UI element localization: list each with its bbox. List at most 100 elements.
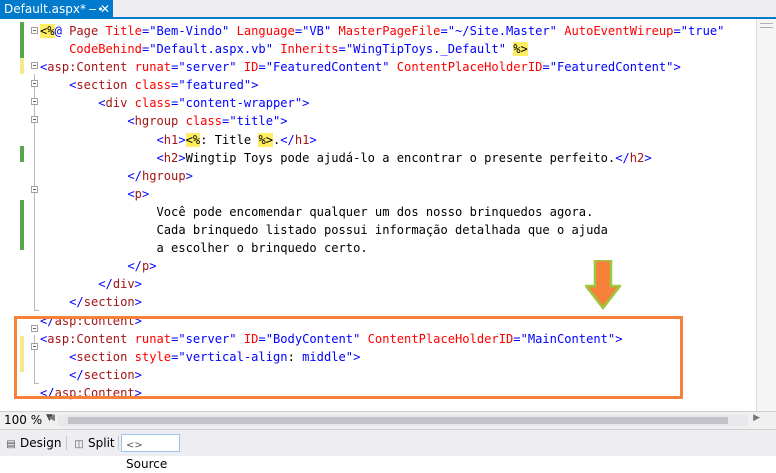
code-line[interactable]: <%@ Page Title = "Bem-Vindo" Language = "VB"… (40, 22, 724, 40)
code-token: h2 (629, 150, 645, 165)
splitter-line[interactable] (760, 23, 773, 24)
scrollbar-thumb[interactable] (68, 417, 728, 424)
code-line[interactable]: a escolher o brinquedo certo. (40, 239, 724, 257)
code-token: "Default.aspx.vb" (149, 42, 273, 57)
code-token: > (149, 259, 157, 274)
divider (66, 436, 67, 450)
split-view-button[interactable]: ◫ Split (70, 434, 119, 452)
collapse-icon[interactable] (31, 80, 38, 87)
code-token: > (185, 168, 193, 183)
code-token: <% (185, 132, 201, 147)
code-token: > (141, 186, 150, 201)
code-token: div (112, 277, 135, 292)
code-token: Você pode encomendar qualquer um dos nos… (40, 204, 594, 219)
code-token: > (644, 150, 652, 165)
code-token: Inherits (280, 42, 339, 57)
design-icon: ▤ (6, 439, 16, 450)
collapse-icon[interactable] (31, 186, 38, 193)
code-token: Cada brinquedo listado possui informação… (40, 223, 608, 238)
code-token: > (302, 96, 310, 111)
down-arrow-icon (585, 260, 621, 310)
change-marker-saved (20, 200, 24, 250)
code-line[interactable]: </section> (40, 293, 724, 311)
code-token: @ (54, 24, 62, 38)
code-token: "~/Site.Master" (447, 24, 557, 38)
code-token: h2 (163, 150, 179, 165)
code-line[interactable]: <h1><%: Title %>.</h1> (40, 131, 724, 149)
split-label: Split (88, 436, 115, 450)
code-line[interactable]: <section class="featured"> (40, 76, 724, 94)
scroll-right-icon[interactable]: ▶ (753, 413, 760, 423)
code-token: > (134, 295, 142, 310)
document-tab-strip: Default.aspx* −• ✕ (0, 0, 776, 19)
code-token: > (251, 78, 259, 93)
code-token: > (280, 114, 288, 129)
split-icon: ◫ (74, 439, 84, 450)
code-line[interactable]: CodeBehind="Default.aspx.vb" Inherits="W… (40, 40, 724, 58)
code-token: </ (615, 150, 630, 165)
code-token: class (134, 96, 172, 111)
code-token: MasterPageFile (338, 24, 441, 38)
code-token: "VB" (302, 24, 332, 38)
close-icon[interactable]: ✕ (99, 0, 111, 19)
code-token: = (673, 24, 681, 38)
code-token: asp:Content (47, 60, 128, 75)
code-token: "Bem-Vindo" (149, 24, 230, 38)
code-token: "true" (680, 24, 725, 38)
code-token: CodeBehind (69, 42, 142, 57)
code-token: </ (127, 259, 142, 274)
code-line[interactable]: Cada brinquedo listado possui informação… (40, 221, 724, 239)
code-line[interactable]: <div class="content-wrapper"> (40, 94, 724, 112)
change-marker-saved (20, 22, 24, 58)
splitter-line[interactable] (760, 27, 773, 28)
collapse-icon[interactable] (31, 62, 38, 69)
code-line[interactable]: </div> (40, 275, 724, 293)
tab-default-aspx[interactable]: Default.aspx* −• ✕ (0, 0, 113, 19)
code-line[interactable]: <asp:Content runat="server" ID="Featured… (40, 58, 724, 76)
code-token: class (185, 114, 223, 129)
zoom-level[interactable]: 100 % (4, 413, 42, 427)
code-token: = (338, 42, 346, 57)
source-label: Source (126, 457, 168, 471)
code-token: Wingtip Toys pode ajudá-lo a encontrar o… (185, 150, 616, 165)
collapse-icon[interactable] (31, 98, 38, 105)
source-view-button[interactable]: <> Source (121, 434, 180, 471)
code-token: a escolher o brinquedo certo. (40, 241, 368, 256)
code-line[interactable]: <h2>Wingtip Toys pode ajudá-lo a encontr… (40, 149, 724, 167)
code-token: </ (69, 295, 84, 310)
code-token: "server" (178, 60, 237, 75)
code-line[interactable]: </hgroup> (40, 167, 724, 185)
code-token: < (98, 96, 106, 111)
horizontal-scrollbar[interactable]: ◀ ▶ (48, 413, 760, 426)
code-token: %> (513, 42, 528, 57)
code-line[interactable]: <hgroup class="title"> (40, 112, 724, 130)
code-token: h1 (294, 132, 310, 147)
code-line[interactable]: </p> (40, 257, 724, 275)
code-token: h1 (163, 132, 179, 147)
code-token: "FeaturedContent" (265, 60, 390, 75)
view-mode-bar: ▤ Design ◫ Split <> Source (0, 429, 776, 471)
code-token: class (134, 78, 172, 93)
code-token: <% (40, 24, 55, 38)
code-token: < (156, 150, 164, 165)
code-token: : Title (200, 132, 259, 147)
code-token: ID (243, 60, 259, 75)
collapse-icon[interactable] (31, 116, 38, 123)
code-line[interactable]: <p> (40, 185, 724, 203)
design-view-button[interactable]: ▤ Design (2, 434, 65, 452)
scroll-left-icon[interactable]: ◀ (48, 413, 55, 423)
code-line[interactable]: Você pode encomendar qualquer um dos nos… (40, 203, 724, 221)
highlight-box (14, 316, 683, 399)
code-token: > (309, 132, 317, 147)
collapse-icon[interactable] (31, 27, 38, 34)
code-token: "WingTipToys._Default" (345, 42, 506, 57)
